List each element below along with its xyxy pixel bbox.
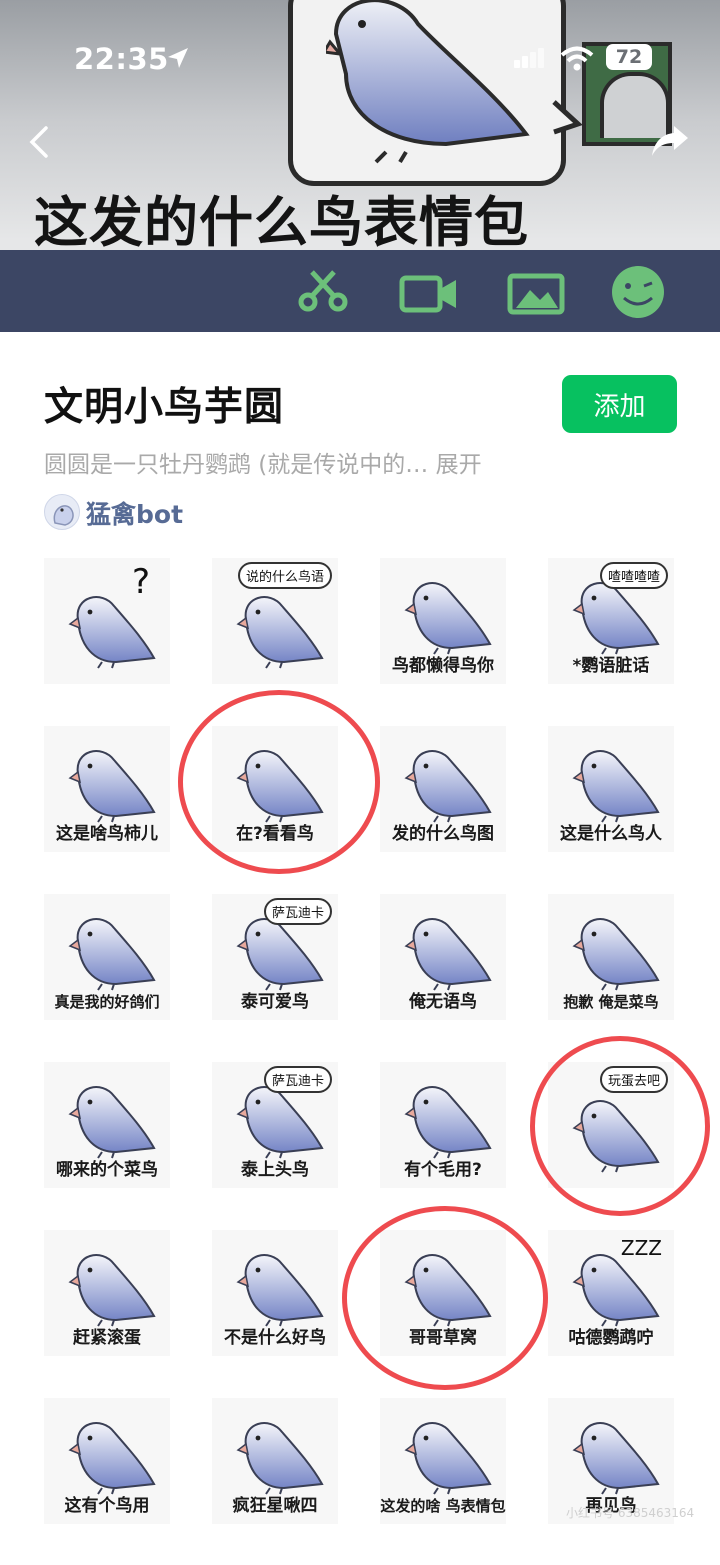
banner-bird-illustration: [326, 0, 530, 164]
banner-title: 这发的什么鸟表情包: [34, 191, 529, 254]
sticker-item[interactable]: 这是什么鸟人: [548, 726, 674, 852]
status-bar: 22:35 72: [0, 38, 720, 82]
sticker-caption: 发的什么鸟图: [392, 824, 494, 844]
sticker-item[interactable]: 哥哥草窝: [380, 1230, 506, 1356]
add-pack-button[interactable]: 添加: [562, 375, 677, 433]
sticker-caption: 抱歉 俺是菜鸟: [563, 993, 659, 1011]
sticker-item[interactable]: 哪来的个菜鸟: [44, 1062, 170, 1188]
cellular-signal-icon: [514, 48, 544, 68]
pack-banner: 22:35 72 这发的什么鸟表情包: [0, 0, 720, 332]
sticker-item[interactable]: 在?看看鸟: [212, 726, 338, 852]
sticker-caption: *鹦语脏话: [572, 656, 650, 676]
sticker-speech-bubble: 萨瓦迪卡: [263, 1066, 332, 1093]
sticker-item[interactable]: 喳喳喳喳 *鹦语脏话: [548, 558, 674, 684]
sticker-item[interactable]: 俺无语鸟: [380, 894, 506, 1020]
sticker-item[interactable]: 这有个鸟用: [44, 1398, 170, 1524]
sticker-caption: 这发的啥 鸟表情包: [380, 1497, 506, 1515]
bubble-tail: [552, 100, 582, 135]
share-arrow-icon[interactable]: [650, 124, 690, 158]
sticker-item[interactable]: 有个毛用?: [380, 1062, 506, 1188]
sticker-item[interactable]: 疯狂星啾四: [212, 1398, 338, 1524]
video-camera-icon: [399, 275, 456, 313]
sticker-item[interactable]: 发的什么鸟图: [380, 726, 506, 852]
sticker-caption: 泰可爱鸟: [241, 992, 309, 1012]
sticker-caption: 不是什么好鸟: [224, 1328, 326, 1348]
sticker-caption: 在?看看鸟: [236, 824, 314, 844]
wifi-icon: [560, 46, 594, 71]
author-avatar: [44, 494, 80, 530]
back-chevron-icon[interactable]: [26, 122, 52, 162]
sticker-caption: 哪来的个菜鸟: [56, 1160, 158, 1180]
sticker-speech-bubble: 玩蛋去吧: [599, 1066, 668, 1093]
sticker-item[interactable]: 这发的啥 鸟表情包: [380, 1398, 506, 1524]
sticker-caption: 俺无语鸟: [409, 992, 477, 1012]
sticker-speech-bubble: 萨瓦迪卡: [263, 898, 332, 925]
sticker-item[interactable]: 这是啥鸟柿儿: [44, 726, 170, 852]
sticker-item[interactable]: 真是我的好鸽们: [44, 894, 170, 1020]
sticker-item[interactable]: 赶紧滚蛋: [44, 1230, 170, 1356]
sticker-speech-bubble: ?: [131, 562, 150, 602]
sticker-item[interactable]: 抱歉 俺是菜鸟: [548, 894, 674, 1020]
smiley-icon: [612, 266, 664, 318]
sticker-caption: 鸟都懒得鸟你: [392, 656, 494, 676]
author-name: 猛禽bot: [86, 500, 184, 529]
sticker-speech-bubble: 说的什么鸟语: [237, 562, 332, 589]
sticker-item[interactable]: 玩蛋去吧: [548, 1062, 674, 1188]
photo-icon: [507, 273, 565, 315]
sticker-speech-bubble: ZZZ: [620, 1236, 662, 1260]
sticker-item[interactable]: ZZZ 咕德鹦鹉咛: [548, 1230, 674, 1356]
sticker-caption: 真是我的好鸽们: [54, 993, 160, 1011]
watermark: 小红书号 6385463164: [566, 1506, 695, 1520]
sticker-caption: 哥哥草窝: [409, 1328, 477, 1348]
sticker-speech-bubble: 喳喳喳喳: [599, 562, 668, 589]
pack-description[interactable]: 圆圆是一只牡丹鹦鹉 (就是传说中的… 展开: [44, 445, 482, 479]
sticker-item[interactable]: ?: [44, 558, 170, 684]
location-arrow-icon: [168, 48, 188, 68]
scissors-icon: [298, 270, 348, 312]
sticker-caption: 这有个鸟用: [64, 1496, 150, 1516]
battery-indicator: 72: [606, 44, 652, 70]
sticker-item[interactable]: 鸟都懒得鸟你: [380, 558, 506, 684]
sticker-caption: 这是什么鸟人: [560, 824, 662, 844]
pack-title: 文明小鸟芋圆: [44, 385, 285, 430]
banner-strip-icons: [298, 266, 664, 318]
status-time: 22:35: [74, 42, 169, 76]
sticker-caption: 有个毛用?: [404, 1160, 482, 1180]
bird-avatar-icon: [53, 505, 74, 526]
sticker-caption: 这是啥鸟柿儿: [56, 824, 158, 844]
sticker-item[interactable]: 萨瓦迪卡泰可爱鸟: [212, 894, 338, 1020]
sticker-item[interactable]: 萨瓦迪卡泰上头鸟: [212, 1062, 338, 1188]
sticker-caption: 赶紧滚蛋: [73, 1328, 141, 1348]
sticker-item[interactable]: 不是什么好鸟: [212, 1230, 338, 1356]
sticker-caption: 泰上头鸟: [241, 1160, 309, 1180]
sticker-item[interactable]: 说的什么鸟语: [212, 558, 338, 684]
sticker-caption: 疯狂星啾四: [232, 1496, 318, 1516]
sticker-caption: 咕德鹦鹉咛: [568, 1328, 654, 1348]
